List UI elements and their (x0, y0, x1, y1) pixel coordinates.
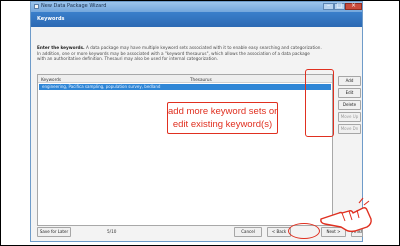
move-down-button[interactable]: Move Dn (338, 124, 361, 134)
maximize-icon: □ (336, 2, 343, 9)
instructions-lead: Enter the keywords. (37, 45, 85, 50)
cancel-button[interactable]: Cancel (234, 227, 262, 237)
callout-line-1: add more keyword sets or (168, 106, 278, 117)
close-button[interactable]: × (345, 2, 362, 10)
screenshot-frame: New Data Package Wizard – □ × Keywords E… (0, 0, 400, 246)
callout-line-2: edit existing keyword(s) (172, 119, 273, 130)
save-for-later-button[interactable]: Save for Later (37, 227, 71, 237)
table-row[interactable]: engineering, Pacifica sampling, populati… (39, 84, 331, 90)
instructions-line-1: A data package may have multiple keyword… (84, 45, 322, 50)
next-button-highlight (288, 223, 320, 239)
page-header: Keywords (31, 12, 362, 27)
minimize-icon: – (327, 2, 330, 9)
keyword-cell: engineering, Pacifica sampling, populati… (42, 84, 161, 89)
instructions-text: Enter the keywords. A data package may h… (37, 45, 355, 62)
title-bar[interactable]: New Data Package Wizard – □ × (31, 2, 362, 12)
annotation-callout: add more keyword sets or edit existing k… (167, 102, 278, 134)
add-button[interactable]: Add (338, 76, 361, 86)
close-icon: × (350, 2, 357, 9)
step-indicator: 5/10 (107, 229, 117, 234)
move-up-button[interactable]: Move Up (338, 112, 361, 122)
keyword-table: Keywords Thesaurus engineering, Pacifica… (37, 74, 333, 226)
column-header-thesaurus[interactable]: Thesaurus (190, 77, 212, 82)
instructions-line-2: In addition, one or more keywords may be… (37, 50, 310, 56)
page-title: Keywords (37, 16, 65, 22)
maximize-button[interactable]: □ (334, 2, 345, 10)
edit-button[interactable]: Edit (338, 88, 361, 98)
app-icon (34, 4, 39, 9)
window-title: New Data Package Wizard (41, 3, 107, 9)
pointing-hand-icon (320, 197, 372, 233)
column-header-keywords[interactable]: Keywords (41, 77, 61, 82)
delete-button[interactable]: Delete (338, 100, 361, 110)
minimize-button[interactable]: – (323, 2, 334, 10)
instructions-line-3: with an authoritative definition. Thesau… (37, 56, 218, 62)
button-group-highlight (305, 69, 334, 137)
table-header: Keywords Thesaurus (38, 75, 332, 83)
